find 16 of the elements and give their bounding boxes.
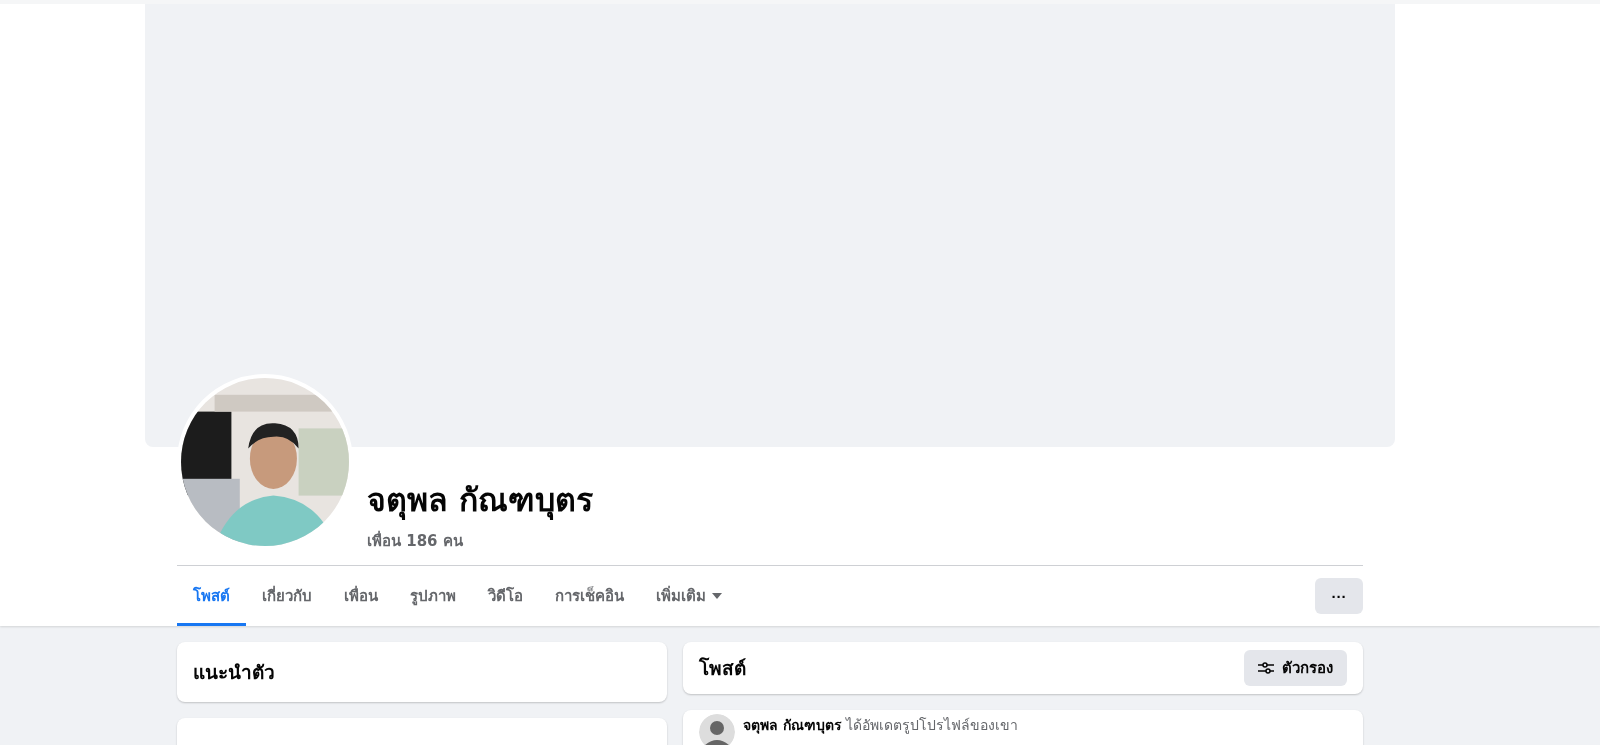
profile-tab[interactable]: โพสต์ bbox=[177, 566, 246, 626]
post-headline: จตุพล กัณฑบุตร ได้อัพเดตรูปโปรไฟล์ของเขา bbox=[743, 716, 1019, 736]
posts-title: โพสต์ bbox=[699, 656, 746, 681]
profile-tab[interactable]: รูปภาพ bbox=[394, 566, 472, 626]
profile-tab[interactable]: เพื่อน bbox=[328, 566, 394, 626]
sliders-icon bbox=[1258, 662, 1274, 674]
profile-tab[interactable]: การเช็คอิน bbox=[539, 566, 640, 626]
avatar-icon bbox=[699, 714, 735, 745]
more-options-button[interactable]: ··· bbox=[1315, 578, 1363, 614]
profile-name: จตุพล กัณฑบุตร bbox=[367, 480, 594, 522]
profile-tab[interactable]: วิดีโอ bbox=[472, 566, 539, 626]
friends-count[interactable]: เพื่อน 186 คน bbox=[367, 529, 594, 553]
filter-button[interactable]: ตัวกรอง bbox=[1244, 650, 1347, 686]
profile-tab[interactable]: เกี่ยวกับ bbox=[246, 566, 328, 626]
profile-tab[interactable]: เพิ่มเติม bbox=[640, 566, 738, 626]
intro-title: แนะนำตัว bbox=[193, 660, 275, 685]
